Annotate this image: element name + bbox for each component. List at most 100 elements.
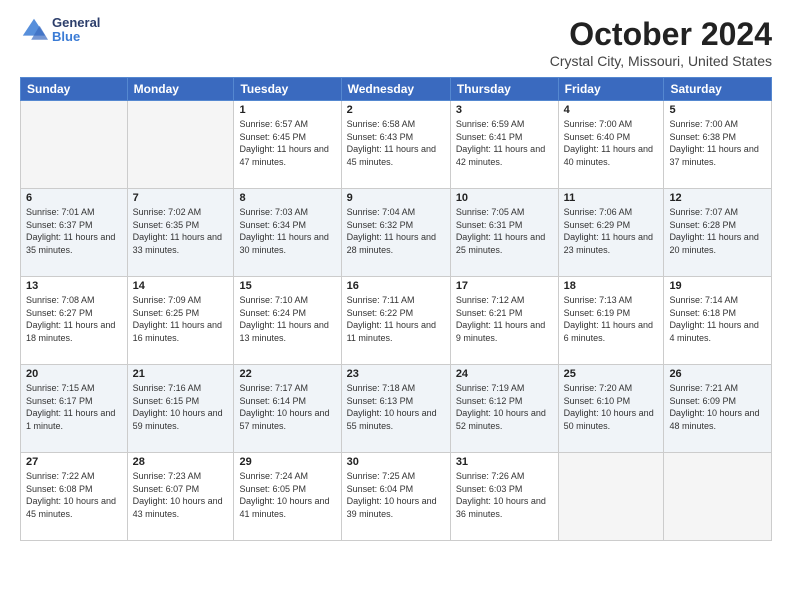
table-row: 10 Sunrise: 7:05 AM Sunset: 6:31 PM Dayli… — [450, 189, 558, 277]
day-number: 22 — [239, 368, 335, 380]
calendar-title: October 2024 — [550, 16, 772, 53]
table-row: 1 Sunrise: 6:57 AM Sunset: 6:45 PM Daylig… — [234, 101, 341, 189]
table-row: 3 Sunrise: 6:59 AM Sunset: 6:41 PM Daylig… — [450, 101, 558, 189]
table-row — [664, 453, 772, 541]
day-info: Sunrise: 7:02 AM Sunset: 6:35 PM Dayligh… — [133, 206, 229, 256]
day-info: Sunrise: 7:04 AM Sunset: 6:32 PM Dayligh… — [347, 206, 445, 256]
table-row — [21, 101, 128, 189]
table-row: 16Sunrise: 7:11 AM Sunset: 6:22 PM Dayli… — [341, 277, 450, 365]
title-area: October 2024 Crystal City, Missouri, Uni… — [550, 16, 772, 69]
calendar-week-row: 1 Sunrise: 6:57 AM Sunset: 6:45 PM Daylig… — [21, 101, 772, 189]
logo-general: General — [52, 16, 100, 30]
calendar-week-row: 6Sunrise: 7:01 AM Sunset: 6:37 PM Daylig… — [21, 189, 772, 277]
day-number: 5 — [669, 104, 766, 116]
logo-blue: Blue — [52, 30, 100, 44]
calendar-week-row: 27Sunrise: 7:22 AM Sunset: 6:08 PM Dayli… — [21, 453, 772, 541]
day-info: Sunrise: 7:08 AM Sunset: 6:27 PM Dayligh… — [26, 294, 122, 344]
day-number: 20 — [26, 368, 122, 380]
table-row: 2 Sunrise: 6:58 AM Sunset: 6:43 PM Daylig… — [341, 101, 450, 189]
day-number: 27 — [26, 456, 122, 468]
day-number: 19 — [669, 280, 766, 292]
day-info: Sunrise: 7:15 AM Sunset: 6:17 PM Dayligh… — [26, 382, 122, 432]
col-thursday: Thursday — [450, 78, 558, 101]
table-row: 9 Sunrise: 7:04 AM Sunset: 6:32 PM Daylig… — [341, 189, 450, 277]
day-info: Sunrise: 7:00 AM Sunset: 6:38 PM Dayligh… — [669, 118, 766, 168]
day-info: Sunrise: 7:01 AM Sunset: 6:37 PM Dayligh… — [26, 206, 122, 256]
day-number: 28 — [133, 456, 229, 468]
day-number: 13 — [26, 280, 122, 292]
day-number: 17 — [456, 280, 553, 292]
day-info: Sunrise: 7:09 AM Sunset: 6:25 PM Dayligh… — [133, 294, 229, 344]
day-number: 2 — [347, 104, 445, 116]
day-info: Sunrise: 7:19 AM Sunset: 6:12 PM Dayligh… — [456, 382, 553, 432]
day-info: Sunrise: 7:25 AM Sunset: 6:04 PM Dayligh… — [347, 470, 445, 520]
day-info: Sunrise: 7:14 AM Sunset: 6:18 PM Dayligh… — [669, 294, 766, 344]
day-info: Sunrise: 7:05 AM Sunset: 6:31 PM Dayligh… — [456, 206, 553, 256]
day-number: 9 — [347, 192, 445, 204]
day-number: 31 — [456, 456, 553, 468]
day-info: Sunrise: 7:12 AM Sunset: 6:21 PM Dayligh… — [456, 294, 553, 344]
day-number: 23 — [347, 368, 445, 380]
col-monday: Monday — [127, 78, 234, 101]
day-number: 4 — [564, 104, 659, 116]
day-info: Sunrise: 6:58 AM Sunset: 6:43 PM Dayligh… — [347, 118, 445, 168]
logo-text: General Blue — [52, 16, 100, 45]
table-row: 6Sunrise: 7:01 AM Sunset: 6:37 PM Daylig… — [21, 189, 128, 277]
day-number: 7 — [133, 192, 229, 204]
day-info: Sunrise: 7:00 AM Sunset: 6:40 PM Dayligh… — [564, 118, 659, 168]
table-row: 18Sunrise: 7:13 AM Sunset: 6:19 PM Dayli… — [558, 277, 664, 365]
table-row: 7 Sunrise: 7:02 AM Sunset: 6:35 PM Daylig… — [127, 189, 234, 277]
calendar-table: Sunday Monday Tuesday Wednesday Thursday… — [20, 77, 772, 541]
calendar-week-row: 20 Sunrise: 7:15 AM Sunset: 6:17 PM Dayli… — [21, 365, 772, 453]
table-row: 5 Sunrise: 7:00 AM Sunset: 6:38 PM Daylig… — [664, 101, 772, 189]
table-row: 24 Sunrise: 7:19 AM Sunset: 6:12 PM Dayli… — [450, 365, 558, 453]
table-row: 13 Sunrise: 7:08 AM Sunset: 6:27 PM Dayli… — [21, 277, 128, 365]
day-number: 10 — [456, 192, 553, 204]
day-info: Sunrise: 7:23 AM Sunset: 6:07 PM Dayligh… — [133, 470, 229, 520]
table-row: 22 Sunrise: 7:17 AM Sunset: 6:14 PM Dayli… — [234, 365, 341, 453]
table-row: 26Sunrise: 7:21 AM Sunset: 6:09 PM Dayli… — [664, 365, 772, 453]
table-row: 27Sunrise: 7:22 AM Sunset: 6:08 PM Dayli… — [21, 453, 128, 541]
day-number: 11 — [564, 192, 659, 204]
table-row: 17 Sunrise: 7:12 AM Sunset: 6:21 PM Dayli… — [450, 277, 558, 365]
table-row: 25Sunrise: 7:20 AM Sunset: 6:10 PM Dayli… — [558, 365, 664, 453]
table-row: 8 Sunrise: 7:03 AM Sunset: 6:34 PM Daylig… — [234, 189, 341, 277]
col-friday: Friday — [558, 78, 664, 101]
col-wednesday: Wednesday — [341, 78, 450, 101]
header: General Blue October 2024 Crystal City, … — [20, 16, 772, 69]
table-row: 28 Sunrise: 7:23 AM Sunset: 6:07 PM Dayli… — [127, 453, 234, 541]
day-info: Sunrise: 7:18 AM Sunset: 6:13 PM Dayligh… — [347, 382, 445, 432]
day-info: Sunrise: 7:17 AM Sunset: 6:14 PM Dayligh… — [239, 382, 335, 432]
day-number: 1 — [239, 104, 335, 116]
day-number: 14 — [133, 280, 229, 292]
day-number: 18 — [564, 280, 659, 292]
calendar-header-row: Sunday Monday Tuesday Wednesday Thursday… — [21, 78, 772, 101]
table-row: 15Sunrise: 7:10 AM Sunset: 6:24 PM Dayli… — [234, 277, 341, 365]
logo-icon — [20, 16, 48, 44]
day-info: Sunrise: 6:57 AM Sunset: 6:45 PM Dayligh… — [239, 118, 335, 168]
table-row: 23 Sunrise: 7:18 AM Sunset: 6:13 PM Dayli… — [341, 365, 450, 453]
page: General Blue October 2024 Crystal City, … — [0, 0, 792, 612]
table-row: 20 Sunrise: 7:15 AM Sunset: 6:17 PM Dayli… — [21, 365, 128, 453]
table-row: 12Sunrise: 7:07 AM Sunset: 6:28 PM Dayli… — [664, 189, 772, 277]
day-number: 8 — [239, 192, 335, 204]
logo: General Blue — [20, 16, 100, 45]
day-info: Sunrise: 7:20 AM Sunset: 6:10 PM Dayligh… — [564, 382, 659, 432]
day-number: 24 — [456, 368, 553, 380]
day-number: 3 — [456, 104, 553, 116]
table-row: 29Sunrise: 7:24 AM Sunset: 6:05 PM Dayli… — [234, 453, 341, 541]
day-info: Sunrise: 7:11 AM Sunset: 6:22 PM Dayligh… — [347, 294, 445, 344]
day-info: Sunrise: 7:21 AM Sunset: 6:09 PM Dayligh… — [669, 382, 766, 432]
day-number: 15 — [239, 280, 335, 292]
day-info: Sunrise: 7:07 AM Sunset: 6:28 PM Dayligh… — [669, 206, 766, 256]
table-row: 14 Sunrise: 7:09 AM Sunset: 6:25 PM Dayli… — [127, 277, 234, 365]
calendar-subtitle: Crystal City, Missouri, United States — [550, 53, 772, 69]
table-row: 11 Sunrise: 7:06 AM Sunset: 6:29 PM Dayli… — [558, 189, 664, 277]
day-number: 29 — [239, 456, 335, 468]
table-row: 31Sunrise: 7:26 AM Sunset: 6:03 PM Dayli… — [450, 453, 558, 541]
day-info: Sunrise: 7:06 AM Sunset: 6:29 PM Dayligh… — [564, 206, 659, 256]
day-info: Sunrise: 6:59 AM Sunset: 6:41 PM Dayligh… — [456, 118, 553, 168]
table-row: 21Sunrise: 7:16 AM Sunset: 6:15 PM Dayli… — [127, 365, 234, 453]
day-info: Sunrise: 7:03 AM Sunset: 6:34 PM Dayligh… — [239, 206, 335, 256]
col-tuesday: Tuesday — [234, 78, 341, 101]
